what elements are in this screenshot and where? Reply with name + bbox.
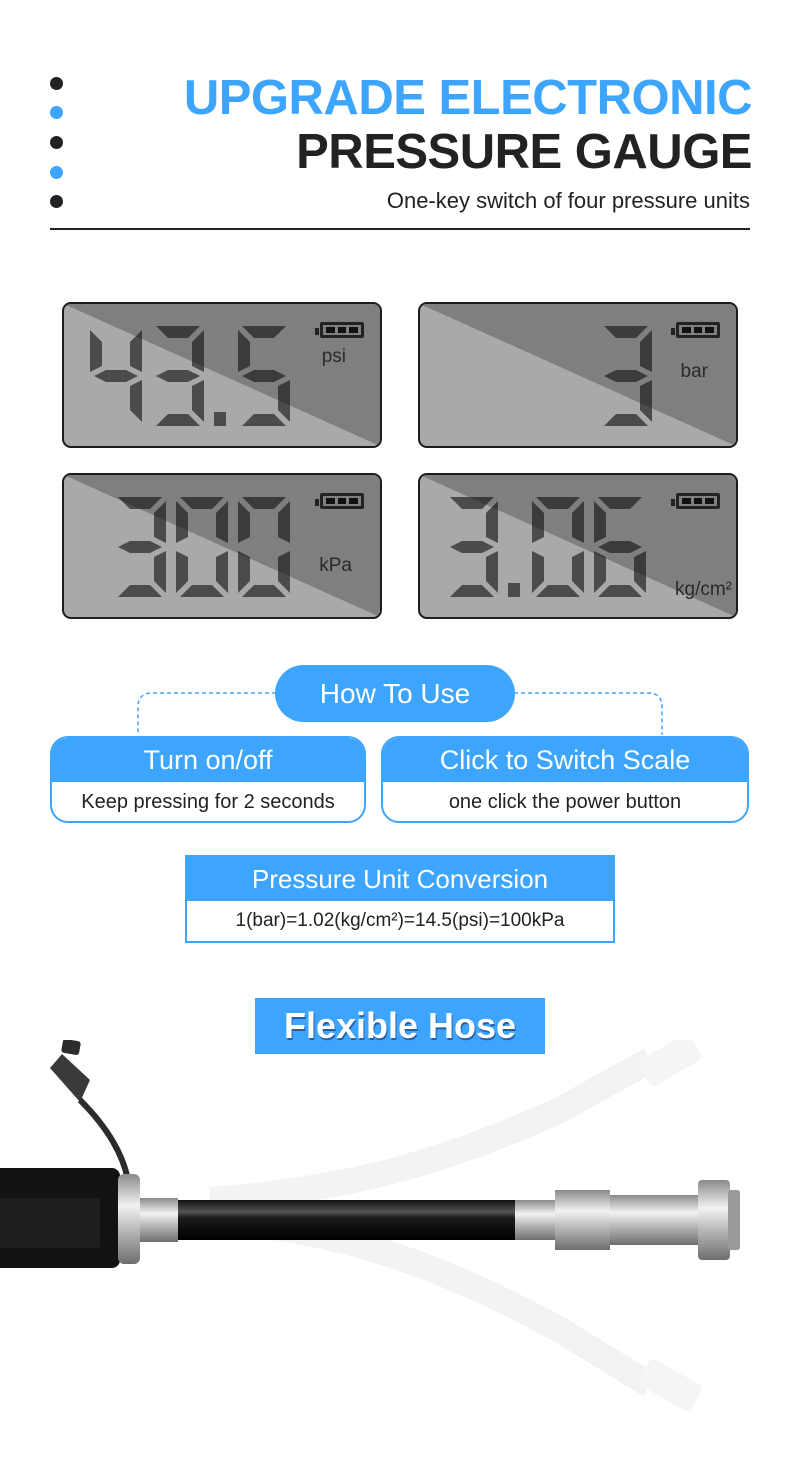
step-description: one click the power button [448,791,682,813]
lcd-segment [156,370,200,382]
valve-connector [698,1180,730,1260]
subtitle: One-key switch of four pressure units [386,188,750,213]
lcd-segment [536,497,580,509]
title-line-2: PRESSURE GAUGE [296,125,752,179]
lcd-segment [130,380,142,422]
lcd-segment [192,330,204,372]
lcd-segment [634,551,646,593]
lcd-display-kpa: kPa [62,473,382,619]
bullet-dot [50,166,63,179]
step-title: Turn on/off [52,738,364,782]
lcd-segment [118,585,162,597]
lcd-segment [242,326,286,338]
lcd-segment [242,414,286,426]
unit-label: psi [321,346,346,367]
lcd-segment [90,330,102,372]
lcd-segment [176,501,188,543]
lcd-segment [450,585,494,597]
lcd-segment [486,551,498,593]
lcd-segment [238,551,250,593]
lcd-segment [278,501,290,543]
conversion-title: Pressure Unit Conversion [187,857,613,901]
lcd-segment [604,414,648,426]
conversion-formula: 1(bar)=1.02(kg/cm²)=14.5(psi)=100kPa [235,910,565,931]
dust-cap [50,1054,90,1102]
bullet-dot [50,77,63,90]
lcd-decimal-point [508,583,520,597]
lcd-segment [450,541,494,553]
lcd-segment [154,551,166,593]
lcd-segment [238,501,250,543]
lcd-segment [532,501,544,543]
lcd-segment [486,501,498,543]
lcd-segment [238,330,250,372]
lcd-segment [118,497,162,509]
lcd-segment [572,551,584,593]
battery-icon [671,322,720,338]
lcd-segment [180,585,224,597]
lcd-segment [216,501,228,543]
hose-tube [178,1200,518,1240]
lcd-segment [640,380,652,422]
unit-label: kg/cm² [675,579,732,600]
step-card-turn-on-off: Turn on/off Keep pressing for 2 seconds [50,736,366,823]
divider [50,228,750,230]
lcd-segment [156,414,200,426]
lcd-segment [154,501,166,543]
lcd-segment [278,551,290,593]
lcd-segment [176,551,188,593]
unit-label: bar [680,361,708,382]
lcd-segment [192,380,204,422]
lcd-segment [242,585,286,597]
lcd-segment [180,497,224,509]
step-description: Keep pressing for 2 seconds [81,791,335,813]
lcd-segment [572,501,584,543]
lcd-segment [594,551,606,593]
ghost-hose-up [209,1040,702,1213]
lcd-segment [450,497,494,509]
lcd-segment [216,551,228,593]
lcd-segment [598,585,642,597]
lcd-display-kgcm2: kg/cm² [418,473,738,619]
title-line-1: UPGRADE ELECTRONIC [183,71,753,125]
lcd-segment [130,330,142,372]
lcd-decimal-point [214,412,226,426]
lcd-segment [536,585,580,597]
battery-icon [315,322,364,338]
lcd-segment [278,380,290,422]
step-title: Click to Switch Scale [383,738,747,782]
lcd-segment [604,326,648,338]
lcd-segment [604,370,648,382]
lcd-display-psi: psi [62,302,382,448]
lcd-display-bar: bar [418,302,738,448]
bullet-dot [50,136,63,149]
lcd-segment [594,501,606,543]
lcd-segment [640,330,652,372]
lcd-segment [242,497,286,509]
lcd-segment [242,370,286,382]
lcd-segment [94,370,138,382]
battery-icon [315,493,364,509]
how-to-use-heading: How To Use [275,665,515,722]
bullet-dot [50,195,63,208]
lcd-segment [156,326,200,338]
ghost-hose-down [209,1207,702,1411]
hose-product-illustration [0,1040,740,1411]
step-card-switch-scale: Click to Switch Scale one click the powe… [381,736,749,823]
lcd-segment [532,551,544,593]
conversion-box: Pressure Unit Conversion 1(bar)=1.02(kg/… [185,855,615,943]
lcd-segment [598,541,642,553]
lcd-segment [598,497,642,509]
lcd-segment [118,541,162,553]
bullet-dot [50,106,63,119]
unit-label: kPa [319,555,352,576]
battery-icon [671,493,720,509]
